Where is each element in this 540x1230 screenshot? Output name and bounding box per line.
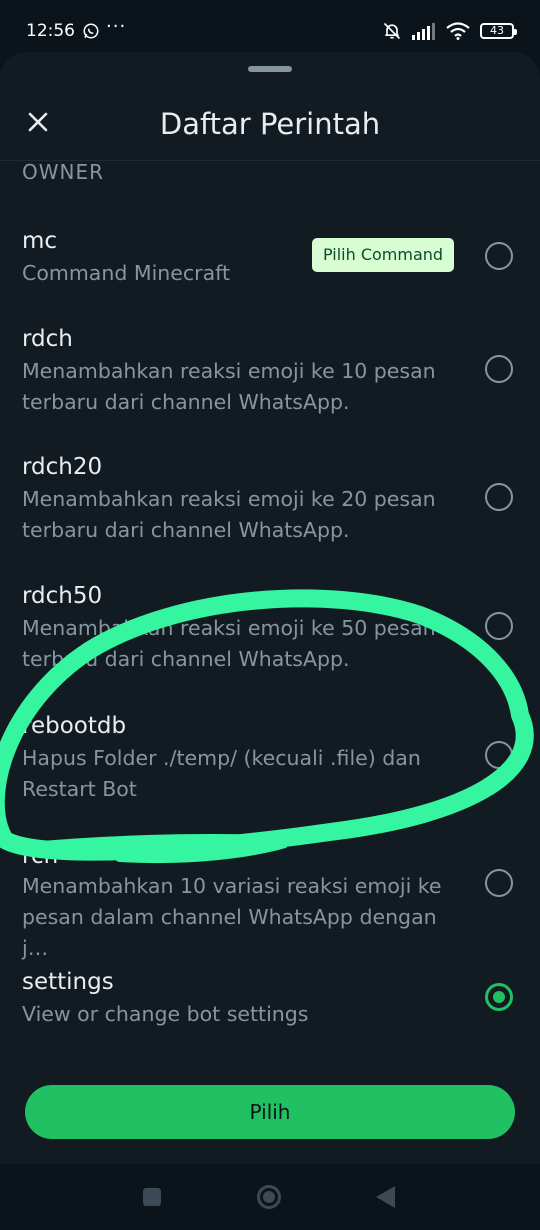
status-time: 12:56 xyxy=(26,21,75,41)
command-name: mc xyxy=(22,228,58,254)
signal-icon xyxy=(412,23,435,40)
drag-handle[interactable] xyxy=(248,66,292,72)
command-row-rdch50[interactable]: rdch50 Menambahkan reaksi emoji ke 50 pe… xyxy=(0,579,540,707)
radio-button[interactable] xyxy=(485,741,513,769)
command-description: Menambahkan reaksi emoji ke 10 pesan ter… xyxy=(22,359,436,414)
home-button[interactable] xyxy=(257,1185,281,1209)
command-name: rebootdb xyxy=(22,713,127,739)
whatsapp-icon xyxy=(83,23,99,39)
command-name: rdch50 xyxy=(22,583,103,609)
command-name: rdch20 xyxy=(22,454,103,480)
command-row-rebootdb[interactable]: rebootdb Hapus Folder ./temp/ (kecuali .… xyxy=(0,707,540,835)
command-description: Menambahkan reaksi emoji ke 50 pesan ter… xyxy=(22,616,436,671)
more-notifications-icon: ··· xyxy=(106,16,127,37)
command-name: rch xyxy=(22,843,59,869)
section-label: OWNER xyxy=(22,160,105,184)
command-description: Menambahkan reaksi emoji ke 20 pesan ter… xyxy=(22,487,436,542)
command-row-rdch[interactable]: rdch Menambahkan reaksi emoji ke 10 pesa… xyxy=(0,322,540,450)
command-name: settings xyxy=(22,969,114,995)
command-row-rdch20[interactable]: rdch20 Menambahkan reaksi emoji ke 20 pe… xyxy=(0,450,540,578)
status-bar: 12:56 ··· 43 xyxy=(0,0,540,60)
back-button[interactable] xyxy=(376,1186,395,1208)
mute-icon xyxy=(383,22,401,40)
wifi-icon xyxy=(446,22,470,40)
status-icons: 43 xyxy=(382,20,517,42)
radio-button[interactable] xyxy=(485,355,513,383)
radio-button[interactable] xyxy=(485,242,513,270)
radio-button[interactable] xyxy=(485,869,513,897)
tooltip-pilih-command: Pilih Command xyxy=(312,238,454,272)
battery-icon: 43 xyxy=(480,23,517,39)
sheet-title: Daftar Perintah xyxy=(159,107,381,141)
command-name: rdch xyxy=(22,326,73,352)
command-list-sheet: Daftar Perintah OWNER mc Command Minecra… xyxy=(0,52,540,1164)
radio-button-selected[interactable] xyxy=(485,983,513,1011)
navigation-bar xyxy=(0,1164,540,1230)
command-row-mc[interactable]: mc Command Minecraft xyxy=(0,222,540,322)
recents-button[interactable] xyxy=(143,1188,161,1206)
radio-button[interactable] xyxy=(485,483,513,511)
radio-button[interactable] xyxy=(485,612,513,640)
command-description: Hapus Folder ./temp/ (kecuali .file) dan… xyxy=(22,746,421,801)
command-row-rch[interactable]: rch Menambahkan 10 variasi reaksi emoji … xyxy=(0,835,540,963)
command-description: View or change bot settings xyxy=(22,1002,309,1026)
command-description: Menambahkan 10 variasi reaksi emoji ke p… xyxy=(22,874,442,960)
command-row-settings[interactable]: settings View or change bot settings xyxy=(0,963,540,1063)
pilih-button[interactable]: Pilih xyxy=(25,1085,515,1139)
